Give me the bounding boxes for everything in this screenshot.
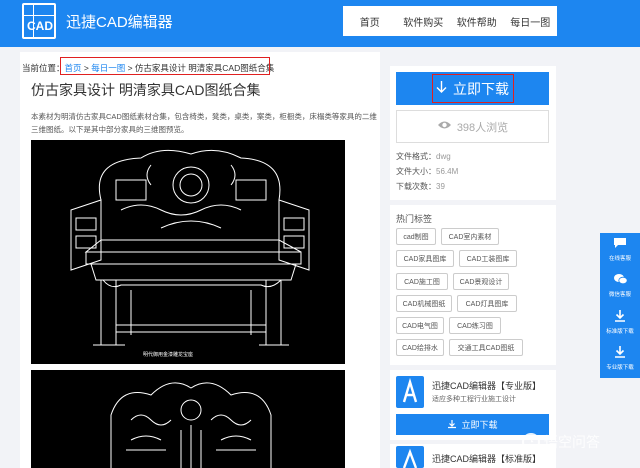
floating-service-bar: 在线客服 微信客服 标准版下载 专业版下载: [600, 233, 640, 378]
tag-item[interactable]: 交通工具CAD图纸: [449, 339, 523, 356]
eye-icon: [437, 120, 452, 133]
file-format-value: dwg: [436, 152, 451, 161]
download-count-row: 下载次数：39: [396, 181, 445, 192]
cad-logo[interactable]: CAD: [22, 3, 56, 39]
cad-preview-image-throne[interactable]: 明代御用金漆雕龙宝座: [31, 140, 345, 364]
file-format-label: 文件格式：: [396, 152, 436, 161]
pro-download-button[interactable]: 专业版下载: [600, 341, 640, 377]
download-icon: [600, 309, 640, 325]
tag-item[interactable]: CAD工装图库: [459, 250, 517, 267]
tag-item[interactable]: CAD施工图: [396, 273, 448, 290]
wechat-service-button[interactable]: 微信客服: [600, 269, 640, 305]
file-size-row: 文件大小：56.4M: [396, 166, 458, 177]
top-header: CAD 迅捷CAD编辑器 首页 软件购买 软件帮助 每日一图: [0, 0, 640, 47]
screen-drawing: [110, 382, 272, 468]
wechat-icon: [600, 273, 640, 288]
views-count-label: 398人浏览: [456, 121, 509, 134]
nav-item-home[interactable]: 首页: [343, 14, 397, 29]
tag-item[interactable]: CAD景观设计: [453, 273, 509, 290]
file-format-row: 文件格式：dwg: [396, 151, 451, 162]
download-highlight-box: [432, 74, 514, 103]
tag-item[interactable]: cad制图: [396, 228, 436, 245]
tag-item[interactable]: CAD练习图: [449, 317, 501, 334]
image-caption: 明代御用金漆雕龙宝座: [143, 351, 193, 358]
watermark: ◔ 悟空问答: [522, 432, 600, 452]
tag-item[interactable]: CAD电气图: [396, 317, 444, 334]
chat-bubble-icon: [600, 237, 640, 252]
watermark-text: 悟空问答: [544, 434, 600, 450]
page-title: 仿古家具设计 明清家具CAD图纸合集: [31, 82, 261, 98]
tag-item[interactable]: CAD家具图库: [396, 250, 454, 267]
tag-item[interactable]: CAD机械图纸: [396, 295, 452, 312]
logo-crosshair-horizontal: [22, 15, 56, 16]
product-app-icon-standard[interactable]: [396, 446, 424, 468]
file-size-value: 56.4M: [436, 167, 459, 176]
wechat-service-label: 微信客服: [608, 292, 631, 298]
download-tray-icon: [447, 419, 457, 431]
nav-item-purchase[interactable]: 软件购买: [397, 14, 451, 29]
online-service-button[interactable]: 在线客服: [600, 233, 640, 269]
product-app-icon[interactable]: [396, 376, 424, 408]
brand-name[interactable]: 迅捷CAD编辑器: [66, 11, 173, 32]
download-icon: [600, 345, 640, 361]
throne-drawing: 明代御用金漆雕龙宝座: [70, 149, 310, 358]
tag-item[interactable]: CAD室内素材: [441, 228, 499, 245]
online-service-label: 在线客服: [608, 256, 631, 262]
pro-download-label: 专业版下载: [606, 365, 634, 371]
main-nav: 首页 软件购买 软件帮助 每日一图: [343, 6, 557, 36]
nav-item-daily[interactable]: 每日一图: [504, 14, 558, 29]
product-download-label: 立即下载: [461, 420, 498, 430]
tag-item[interactable]: CAD绘排水: [396, 339, 444, 356]
breadcrumb-prefix: 当前位置：: [22, 63, 65, 73]
standard-download-button[interactable]: 标准版下载: [600, 305, 640, 341]
hot-tags-title: 热门标签: [396, 214, 433, 224]
file-size-label: 文件大小：: [396, 167, 436, 176]
download-count-label: 下载次数：: [396, 182, 436, 191]
views-count-button[interactable]: 398人浏览: [396, 110, 549, 143]
product-subtitle: 适应多种工程行业施工设计: [432, 396, 516, 403]
wukong-logo-icon: ◔: [522, 433, 540, 451]
cad-preview-image-screen[interactable]: [31, 370, 345, 468]
article-description: 本素材为明清仿古家具CAD图纸素材合集，包含椅类，凳类，桌类，案类，柜橱类，床榻…: [31, 112, 377, 134]
download-count-value: 39: [436, 182, 445, 191]
logo-text: CAD: [27, 19, 53, 33]
nav-item-help[interactable]: 软件帮助: [450, 14, 504, 29]
tag-item[interactable]: CAD灯具图库: [457, 295, 517, 312]
breadcrumb-highlight-box: [60, 57, 270, 75]
product-title-pro[interactable]: 迅捷CAD编辑器【专业版】: [432, 379, 541, 392]
standard-download-label: 标准版下载: [606, 329, 634, 335]
product-title-standard[interactable]: 迅捷CAD编辑器【标准版】: [432, 452, 541, 465]
